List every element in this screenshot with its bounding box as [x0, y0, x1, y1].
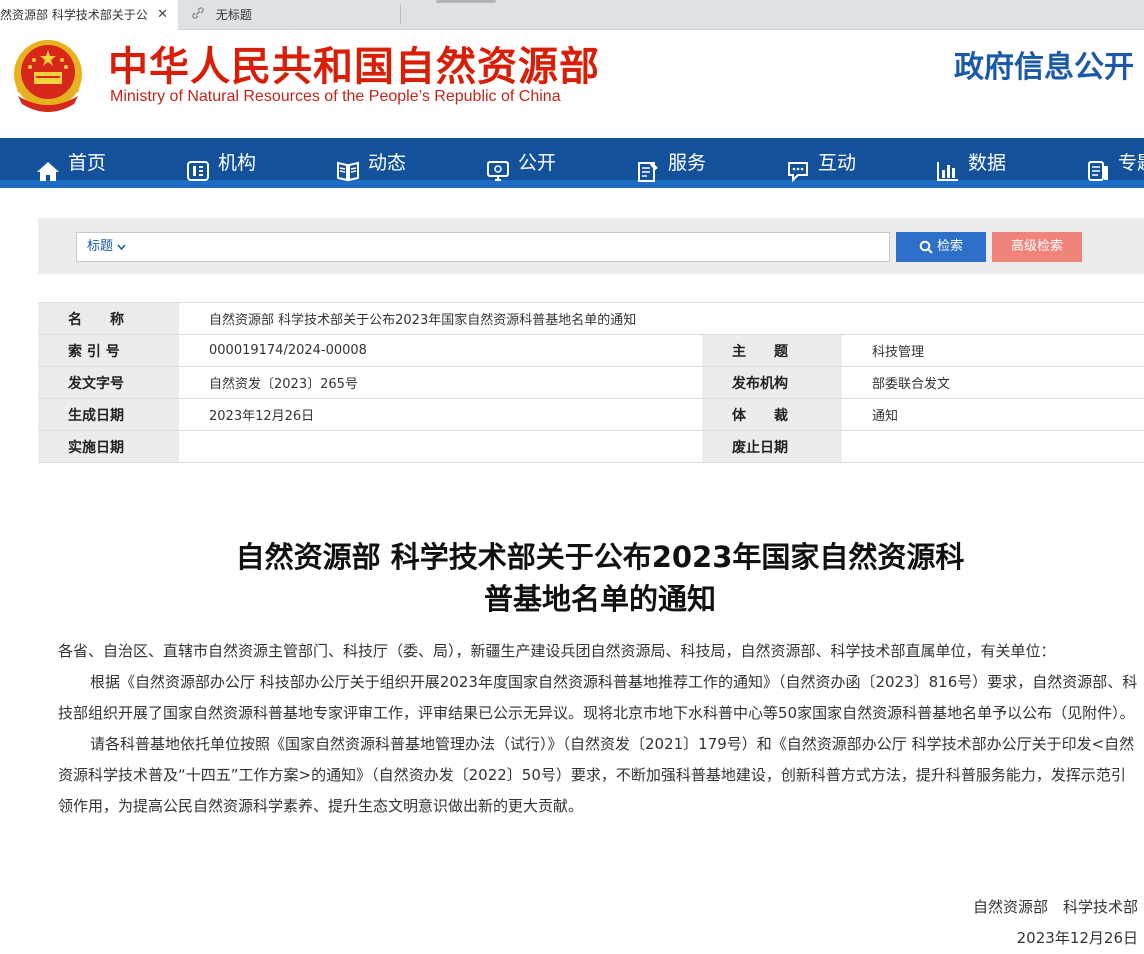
chevron-down-icon — [117, 243, 126, 250]
table-row: 名 称 自然资源部 科学技术部关于公布2023年国家自然资源科普基地名单的通知 — [38, 302, 1144, 335]
nav-item-topic[interactable]: 专题 — [1086, 138, 1144, 188]
nav-label: 首页 — [68, 152, 107, 174]
body-paragraph: 根据《自然资源部办公厅 科技部办公厅关于组织开展2023年度国家自然资源科普基地… — [58, 673, 1138, 722]
tab-grip — [436, 0, 496, 3]
document-signature: 自然资源部 科学技术部 2023年12月26日 — [973, 892, 1138, 954]
site-header: 中华人民共和国自然资源部 Ministry of Natural Resourc… — [0, 30, 1144, 138]
document-meta-table: 名 称 自然资源部 科学技术部关于公布2023年国家自然资源科普基地名单的通知 … — [38, 302, 1144, 463]
tab-title: 无标题 — [215, 8, 252, 22]
main-nav: 首页 机构 动态 公开 服务 互动 数据 专题 — [0, 138, 1144, 188]
table-row: 生成日期 2023年12月26日 体 裁 通知 — [38, 398, 1144, 431]
topic-icon — [1086, 151, 1110, 181]
meta-value-index: 000019174/2024-00008 — [179, 334, 702, 367]
monitor-icon — [486, 151, 510, 181]
nav-item-home[interactable]: 首页 — [36, 138, 106, 188]
table-row: 索 引 号 000019174/2024-00008 主 题 科技管理 — [38, 334, 1144, 367]
signature-issuers: 自然资源部 科学技术部 — [972, 898, 1138, 916]
advanced-search-button[interactable]: 高级检索 — [992, 232, 1082, 262]
search-panel: 标题 检索 高级检索 — [38, 218, 1144, 274]
document-title: 自然资源部 科学技术部关于公布2023年国家自然资源科 普基地名单的通知 — [150, 536, 1050, 620]
meta-label-docno: 发文字号 — [38, 366, 179, 399]
meta-value-effective — [179, 430, 702, 463]
nav-label: 动态 — [368, 152, 407, 174]
nav-label: 数据 — [968, 152, 1007, 174]
meta-value-abolish — [842, 430, 1144, 463]
browser-tab-active[interactable]: 然资源部 科学技术部关于公 ✕ — [0, 0, 178, 30]
table-row: 发文字号 自然资发〔2023〕265号 发布机构 部委联合发文 — [38, 366, 1144, 399]
document-title-line2: 普基地名单的通知 — [483, 582, 716, 616]
meta-label-date: 生成日期 — [38, 398, 179, 431]
search-input[interactable]: 标题 — [76, 232, 890, 262]
search-button[interactable]: 检索 — [896, 232, 986, 262]
meta-label-index: 索 引 号 — [38, 334, 179, 367]
meta-label-issuer: 发布机构 — [702, 366, 842, 399]
search-button-label: 检索 — [936, 239, 963, 254]
service-icon — [636, 151, 660, 182]
body-paragraph: 请各科普基地依托单位按照《国家自然资源科普基地管理办法（试行）》（自然资发〔20… — [58, 735, 1135, 815]
link-icon — [192, 2, 206, 28]
tab-close-icon[interactable]: ✕ — [157, 2, 168, 28]
nav-item-org[interactable]: 机构 — [186, 138, 256, 188]
table-row: 实施日期 废止日期 — [38, 430, 1144, 463]
nav-label: 公开 — [518, 152, 557, 174]
section-title: 政府信息公开 — [954, 50, 1134, 85]
org-icon — [186, 151, 210, 181]
meta-value-docno: 自然资发〔2023〕265号 — [179, 366, 702, 399]
nav-label: 服务 — [668, 152, 707, 174]
nav-item-news[interactable]: 动态 — [336, 138, 406, 188]
tab-title: 然资源部 科学技术部关于公 — [0, 8, 148, 22]
signature-date: 2023年12月26日 — [1016, 929, 1138, 947]
meta-label-genre: 体 裁 — [702, 398, 842, 431]
meta-label-topic: 主 题 — [702, 334, 842, 367]
browser-tab-untitled[interactable]: 无标题 — [180, 0, 400, 30]
site-title: 中华人民共和国自然资源部 — [108, 44, 600, 90]
document-title-line1: 自然资源部 科学技术部关于公布2023年国家自然资源科 — [235, 540, 965, 574]
chat-icon — [786, 151, 810, 182]
news-icon — [336, 151, 360, 181]
search-field-label: 标题 — [87, 239, 114, 254]
meta-value-name: 自然资源部 科学技术部关于公布2023年国家自然资源科普基地名单的通知 — [179, 302, 1144, 335]
meta-label-effective: 实施日期 — [38, 430, 179, 463]
browser-tab-bar: 然资源部 科学技术部关于公 ✕ 无标题 — [0, 0, 1144, 30]
meta-value-date: 2023年12月26日 — [179, 398, 702, 431]
nav-label: 专题 — [1118, 152, 1144, 174]
search-field-select[interactable]: 标题 — [87, 233, 126, 261]
meta-label-name: 名 称 — [38, 302, 179, 335]
meta-value-genre: 通知 — [842, 398, 1144, 431]
nav-label: 机构 — [218, 152, 257, 174]
nav-item-service[interactable]: 服务 — [636, 138, 706, 188]
nav-item-open[interactable]: 公开 — [486, 138, 556, 188]
chart-icon — [936, 151, 960, 181]
nav-item-interact[interactable]: 互动 — [786, 138, 856, 188]
nav-item-data[interactable]: 数据 — [936, 138, 1006, 188]
meta-value-topic: 科技管理 — [842, 334, 1144, 367]
meta-value-issuer: 部委联合发文 — [842, 366, 1144, 399]
tab-divider — [400, 4, 401, 24]
site-title-en: Ministry of Natural Resources of the Peo… — [110, 88, 561, 105]
meta-label-abolish: 废止日期 — [702, 430, 842, 463]
body-paragraph-salutation: 各省、自治区、直辖市自然资源主管部门、科技厅（委、局），新疆生产建设兵团自然资源… — [58, 642, 1056, 660]
national-emblem-icon — [10, 36, 86, 116]
document-body: 各省、自治区、直辖市自然资源主管部门、科技厅（委、局），新疆生产建设兵团自然资源… — [58, 636, 1140, 822]
search-icon — [919, 240, 933, 254]
nav-label: 互动 — [818, 152, 857, 174]
home-icon — [36, 151, 60, 181]
